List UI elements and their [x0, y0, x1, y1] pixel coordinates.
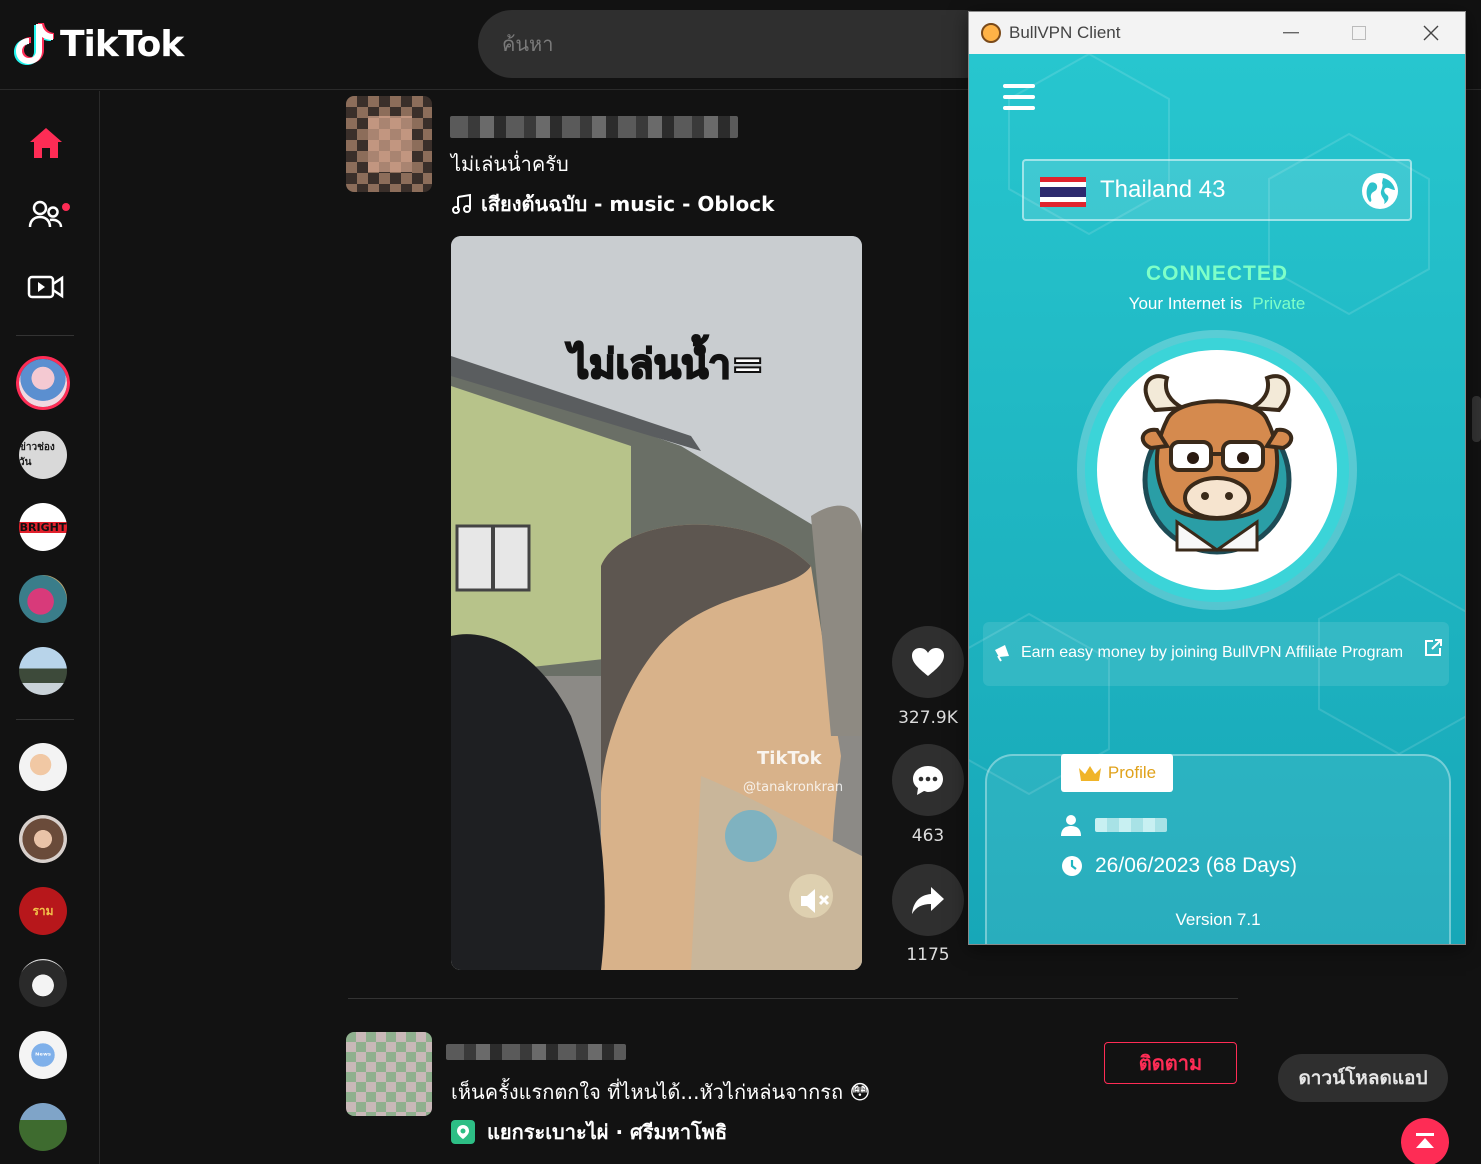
vpn-titlebar[interactable]: BullVPN Client [969, 12, 1465, 54]
post-caption: เห็นครั้งแรกตกใจ ที่ไหนได้...หัวไก่หล่นจ… [451, 1080, 871, 1104]
bull-mascot-icon [1140, 374, 1294, 555]
username-blurred [1095, 818, 1167, 832]
comment-button[interactable] [892, 744, 964, 816]
server-selector[interactable]: Thailand 43 [1022, 159, 1412, 221]
close-icon [1423, 25, 1439, 41]
connect-toggle-button[interactable] [1085, 338, 1349, 602]
app-version: Version 7.1 [1175, 910, 1261, 929]
following-avatar[interactable]: BRIGHT [19, 503, 67, 551]
privacy-status-prefix: Your Internet is [1128, 294, 1243, 313]
following-avatar[interactable] [19, 359, 67, 407]
profile-username [1061, 814, 1167, 836]
vpn-body: Thailand 43 CONNECTED Your Internet is Pr… [969, 54, 1465, 944]
home-nav[interactable] [22, 121, 70, 165]
minimize-icon [1283, 32, 1299, 34]
external-link-icon[interactable] [1423, 638, 1443, 658]
following-avatar[interactable]: ᴺᵉʷˢ [19, 1031, 67, 1079]
profile-card: Profile 26/06/2023 (68 Days) Version 7.1 [985, 754, 1451, 944]
location-pin-icon [451, 1120, 475, 1144]
notification-dot [62, 203, 70, 211]
share-button[interactable] [892, 864, 964, 936]
live-video-icon [27, 275, 64, 299]
following-avatar[interactable] [19, 743, 67, 791]
music-title: เสียงต้นฉบับ - music - Oblock [481, 192, 775, 216]
comment-icon [913, 766, 943, 795]
post-location[interactable]: แยกระเบาะไผ่ · ศรีมหาโพธิ [451, 1116, 727, 1148]
expiry-text: 26/06/2023 (68 Days) [1095, 854, 1297, 877]
page-scrollbar[interactable] [1472, 396, 1481, 442]
video-player[interactable]: ไม่เล่นน้ำ= TikTok @tanakronkran [451, 236, 862, 970]
live-nav[interactable] [22, 265, 70, 309]
user-icon [1061, 815, 1081, 836]
like-count: 327.9K [898, 708, 958, 728]
globe-icon[interactable] [1362, 173, 1398, 209]
search-input[interactable] [502, 28, 942, 60]
maximize-button[interactable] [1325, 12, 1393, 54]
post-author-name-blurred[interactable] [446, 1044, 626, 1060]
minimize-button[interactable] [1257, 12, 1325, 54]
following-nav[interactable] [22, 193, 70, 237]
sidebar-divider [16, 719, 74, 720]
privacy-status: Your Internet is Private [969, 294, 1465, 314]
music-note-icon [452, 193, 471, 214]
crown-icon [1078, 766, 1101, 781]
menu-button[interactable] [1003, 84, 1035, 110]
share-icon [912, 887, 944, 914]
share-count: 1175 [906, 945, 950, 965]
post-author-avatar[interactable] [346, 96, 432, 192]
video-overlay-text: ไม่เล่นน้ำ= [568, 341, 765, 389]
vpn-window-title: BullVPN Client [1009, 23, 1121, 42]
following-avatar[interactable] [19, 1103, 67, 1151]
sidebar: ข่าวช่องวัน BRIGHT ราม ᴺᵉʷˢ [0, 91, 100, 1164]
thailand-flag-icon [1040, 177, 1086, 207]
following-avatar[interactable]: ข่าวช่องวัน [19, 431, 67, 479]
follow-button[interactable]: ติดตาม [1104, 1042, 1237, 1084]
mute-icon[interactable] [797, 884, 831, 918]
tiktok-note-icon [14, 23, 54, 65]
following-avatar[interactable] [19, 815, 67, 863]
profile-tab[interactable]: Profile [1061, 754, 1173, 792]
vpn-window: BullVPN Client Thailand 43 CONNECTED You… [968, 11, 1466, 945]
maximize-icon [1352, 26, 1366, 40]
post-divider [348, 998, 1238, 999]
location-text: แยกระเบาะไผ่ · ศรีมหาโพธิ [487, 1120, 728, 1144]
megaphone-icon [995, 645, 1009, 662]
tiktok-logo-text: TikTok [60, 23, 184, 65]
following-avatar[interactable] [19, 959, 67, 1007]
video-watermark-logo: TikTok [757, 748, 822, 769]
pixelated-face [368, 116, 412, 172]
sidebar-divider [16, 335, 74, 336]
affiliate-text: Earn easy money by joining BullVPN Affil… [1021, 644, 1404, 661]
subscription-expiry: 26/06/2023 (68 Days) [1061, 854, 1297, 878]
download-app-button[interactable]: ดาวน์โหลดแอป [1278, 1054, 1448, 1102]
home-icon [30, 128, 62, 158]
post-author-name-blurred[interactable] [450, 116, 738, 138]
search-bar[interactable] [478, 10, 998, 78]
privacy-status-value: Private [1252, 294, 1306, 313]
bullvpn-app-icon [981, 23, 1001, 43]
heart-icon [912, 648, 944, 676]
affiliate-banner[interactable]: Earn easy money by joining BullVPN Affil… [983, 622, 1449, 686]
arrow-up-icon [1416, 1133, 1434, 1148]
post-author-avatar[interactable] [346, 1032, 432, 1116]
clock-icon [1062, 856, 1082, 876]
tiktok-logo[interactable]: TikTok [14, 22, 184, 66]
following-avatar[interactable]: ราม [19, 887, 67, 935]
close-button[interactable] [1397, 12, 1465, 54]
connection-status: CONNECTED [1145, 262, 1288, 285]
users-icon [28, 200, 63, 228]
comment-count: 463 [911, 826, 945, 846]
video-watermark-user: @tanakronkran [743, 780, 844, 795]
following-avatar[interactable] [19, 575, 67, 623]
scroll-to-top-button[interactable] [1401, 1118, 1449, 1164]
profile-tab-label: Profile [1107, 763, 1157, 782]
post-music[interactable]: เสียงต้นฉบับ - music - Oblock [451, 188, 774, 220]
server-name: Thailand 43 [1100, 176, 1226, 203]
post-caption: ไม่เล่นน่ำครับ [451, 152, 569, 176]
like-button[interactable] [892, 626, 964, 698]
following-avatar[interactable] [19, 647, 67, 695]
mascot-background [1097, 350, 1337, 590]
